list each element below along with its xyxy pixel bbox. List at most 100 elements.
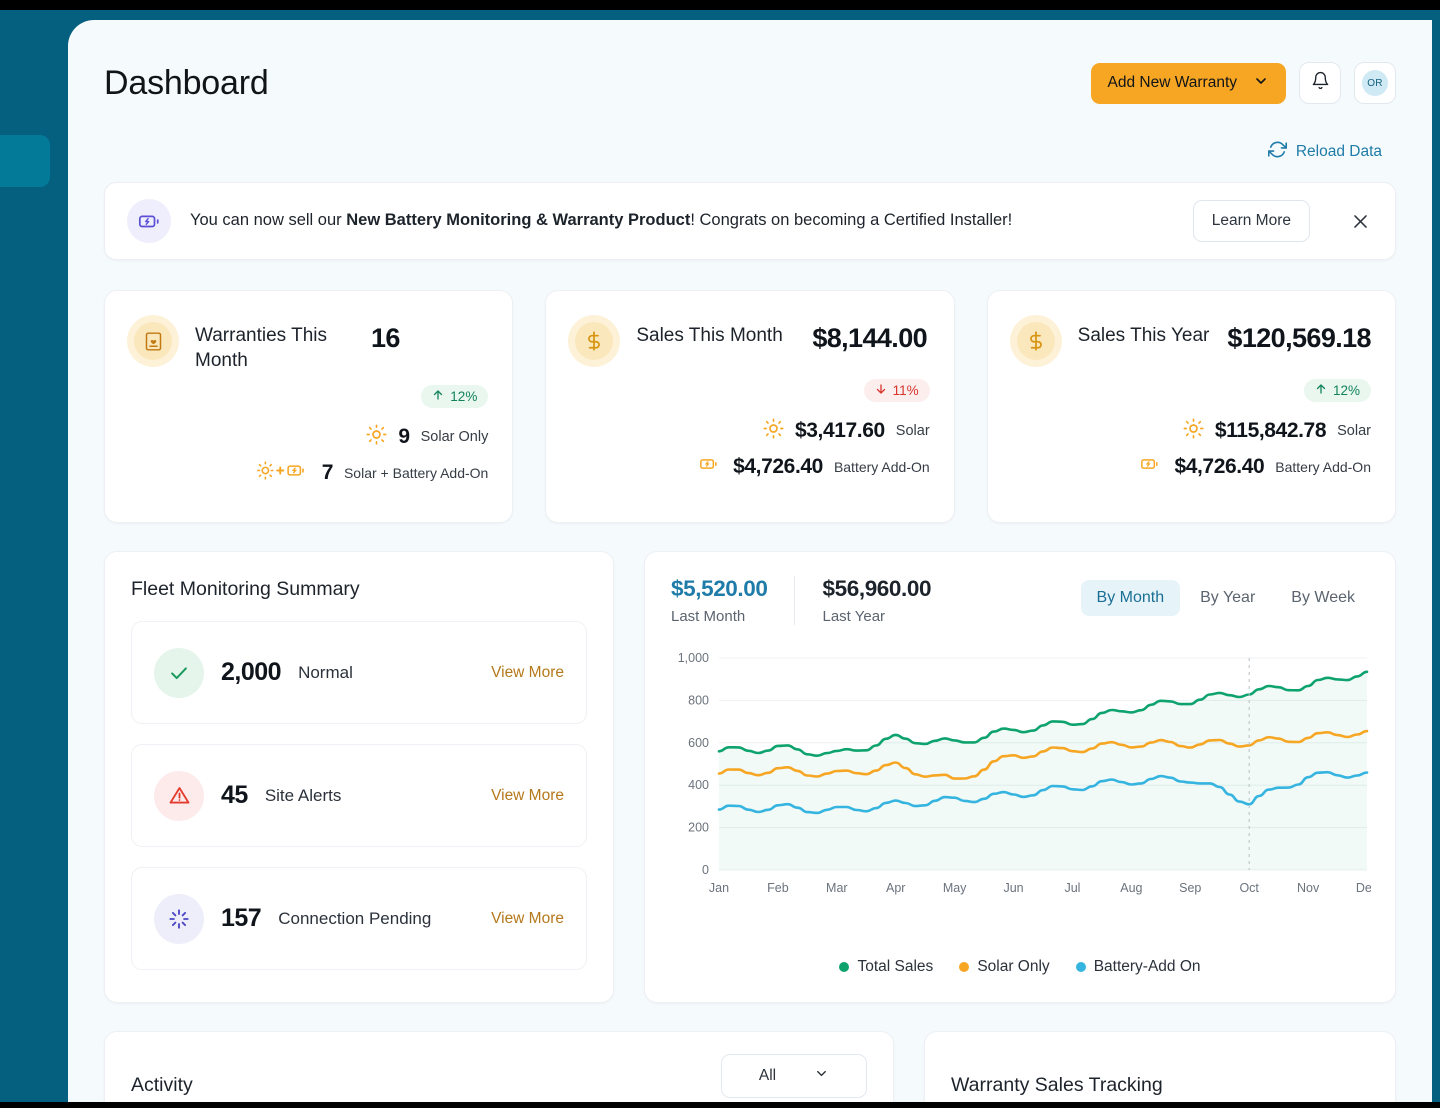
x-axis-tick: Jul: [1064, 881, 1080, 895]
stat-card-sales-this-month: Sales This Month $8,144.00 11% $3,417.60…: [545, 290, 955, 523]
y-axis-tick: 600: [688, 736, 709, 750]
x-axis-tick: Jan: [709, 881, 729, 895]
fleet-monitoring-summary-panel: Fleet Monitoring Summary 2,000 Normal Vi…: [104, 551, 614, 1003]
promo-banner: You can now sell our New Battery Monitor…: [104, 182, 1396, 260]
page-header: Dashboard Add New Warranty OR: [104, 20, 1396, 104]
trend-badge: 12%: [1303, 379, 1371, 402]
chart-legend: Total Sales Solar Only Battery-Add On: [645, 958, 1395, 976]
legend-item-total-sales[interactable]: Total Sales: [839, 958, 933, 976]
bell-icon: [1311, 71, 1330, 95]
kpi-last-year: $56,960.00 Last Year: [793, 576, 958, 625]
stat-card-sales-this-year: Sales This Year $120,569.18 12% $115,842…: [986, 290, 1396, 523]
stat-card-warranties-this-month: Warranties This Month 16 12% 9 Solar Onl…: [104, 290, 514, 523]
add-new-warranty-label: Add New Warranty: [1107, 74, 1238, 91]
y-axis-tick: 1,000: [678, 652, 709, 665]
y-axis-tick: 200: [688, 821, 709, 835]
arrow-up-icon: [432, 389, 444, 404]
view-more-link[interactable]: View More: [491, 910, 564, 928]
legend-item-solar-only[interactable]: Solar Only: [959, 958, 1050, 976]
sun-icon: [366, 424, 387, 450]
activity-filter-value: All: [758, 1067, 777, 1084]
fleet-status-name: Site Alerts: [264, 785, 342, 805]
breakdown-name: Battery Add-On: [1275, 458, 1371, 475]
x-axis-tick: Oct: [1239, 881, 1259, 895]
stat-label: Warranties This Month: [195, 325, 327, 372]
stat-value: 16: [371, 323, 400, 353]
x-axis-tick: Nov: [1297, 881, 1320, 895]
kpi-last-month: $5,520.00 Last Month: [671, 576, 794, 625]
banner-text-bold: New Battery Monitoring & Warranty Produc…: [346, 211, 691, 230]
fleet-item-connection-pending: 157 Connection Pending View More: [131, 867, 587, 970]
x-axis-tick: Sep: [1179, 881, 1201, 895]
trend-badge: 12%: [421, 385, 489, 409]
range-by-year-button[interactable]: By Year: [1184, 580, 1271, 616]
battery-bolt-icon: [698, 454, 722, 479]
breakdown-value: $115,842.78: [1214, 419, 1327, 442]
legend-label: Total Sales: [857, 958, 934, 975]
promo-banner-text: You can now sell our New Battery Monitor…: [190, 210, 1174, 231]
sales-chart-panel: $5,520.00 Last Month $56,960.00 Last Yea…: [644, 551, 1396, 1003]
app-shell: Dashboard Add New Warranty OR Reload Dat…: [0, 10, 1440, 1102]
header-actions: Add New Warranty OR: [1090, 62, 1396, 104]
sales-line-chart[interactable]: 0 200 400 600 800 1,000 Jan Feb Mar Apr May Jun Jul A…: [671, 651, 1378, 902]
breakdown-name: Solar: [895, 423, 930, 439]
add-new-warranty-button[interactable]: Add New Warranty: [1090, 62, 1286, 104]
x-axis-tick: Jun: [1003, 881, 1023, 895]
stat-breakdown-row: 9 Solar Only: [127, 424, 488, 450]
refresh-icon[interactable]: [1267, 140, 1287, 164]
breakdown-value: $4,726.40: [1174, 454, 1265, 478]
y-axis-tick: 0: [702, 863, 709, 877]
trend-value: 12%: [1332, 383, 1360, 398]
banner-text-before: You can now sell our: [190, 211, 347, 230]
stat-cards-row: Warranties This Month 16 12% 9 Solar Onl…: [104, 290, 1396, 523]
fleet-status-name: Normal: [298, 662, 353, 682]
x-axis-tick: May: [943, 881, 967, 895]
stat-breakdown-row: $115,842.78 Solar: [1010, 418, 1371, 444]
lower-section: Fleet Monitoring Summary 2,000 Normal Vi…: [104, 551, 1396, 1003]
user-avatar-button[interactable]: OR: [1354, 62, 1396, 104]
avatar: OR: [1362, 70, 1388, 96]
kpi-label: Last Month: [671, 608, 746, 625]
chart-range-toggle: By Month By Year By Week: [1080, 576, 1371, 616]
reload-data-label[interactable]: Reload Data: [1296, 143, 1382, 161]
view-more-link[interactable]: View More: [491, 664, 564, 682]
dollar-icon: [568, 315, 621, 367]
stat-breakdown-row: $4,726.40 Battery Add-On: [568, 454, 930, 479]
total-sales-area: [719, 671, 1367, 870]
breakdown-name: Solar + Battery Add-On: [343, 465, 489, 482]
battery-bolt-icon: [127, 199, 171, 243]
y-axis-tick: 400: [688, 778, 709, 792]
breakdown-name: Solar: [1337, 423, 1371, 439]
kpi-value: $5,520.00: [671, 576, 768, 601]
activity-filter-select[interactable]: All: [721, 1054, 867, 1098]
chevron-down-icon: [814, 1066, 829, 1086]
legend-label: Solar Only: [977, 958, 1050, 975]
stat-value: $8,144.00: [812, 323, 928, 353]
range-by-week-button[interactable]: By Week: [1275, 580, 1371, 616]
legend-color-dot: [959, 962, 970, 972]
view-more-link[interactable]: View More: [491, 787, 564, 805]
breakdown-name: Battery Add-On: [833, 458, 930, 475]
sun-icon: [1183, 418, 1204, 444]
tracking-panel-title: Warranty Sales Tracking: [951, 1074, 1163, 1096]
close-icon[interactable]: [1343, 204, 1377, 238]
dollar-icon: [1009, 315, 1062, 367]
sidebar-active-item[interactable]: [0, 135, 50, 187]
notifications-button[interactable]: [1299, 62, 1341, 104]
learn-more-button[interactable]: Learn More: [1192, 200, 1310, 242]
sun-plus-battery-icon: [253, 460, 311, 486]
stat-label: Sales This Year: [1077, 325, 1210, 346]
reload-data-row: Reload Data: [104, 140, 1396, 164]
breakdown-value: 7: [321, 461, 334, 485]
x-axis-tick: Apr: [886, 881, 905, 895]
legend-item-battery-add-on[interactable]: Battery-Add On: [1075, 958, 1201, 976]
fleet-panel-title: Fleet Monitoring Summary: [131, 578, 360, 600]
sidebar: [0, 10, 72, 1102]
legend-color-dot: [1075, 962, 1086, 972]
range-by-month-button[interactable]: By Month: [1080, 580, 1181, 616]
x-axis-tick: Feb: [767, 881, 789, 895]
bottom-section: Activity All Warranty Sales Tracking: [104, 1031, 1396, 1102]
page-title: Dashboard: [104, 63, 269, 102]
y-axis-tick: 800: [688, 693, 709, 707]
stat-breakdown-row: $4,726.40 Battery Add-On: [1010, 454, 1371, 479]
